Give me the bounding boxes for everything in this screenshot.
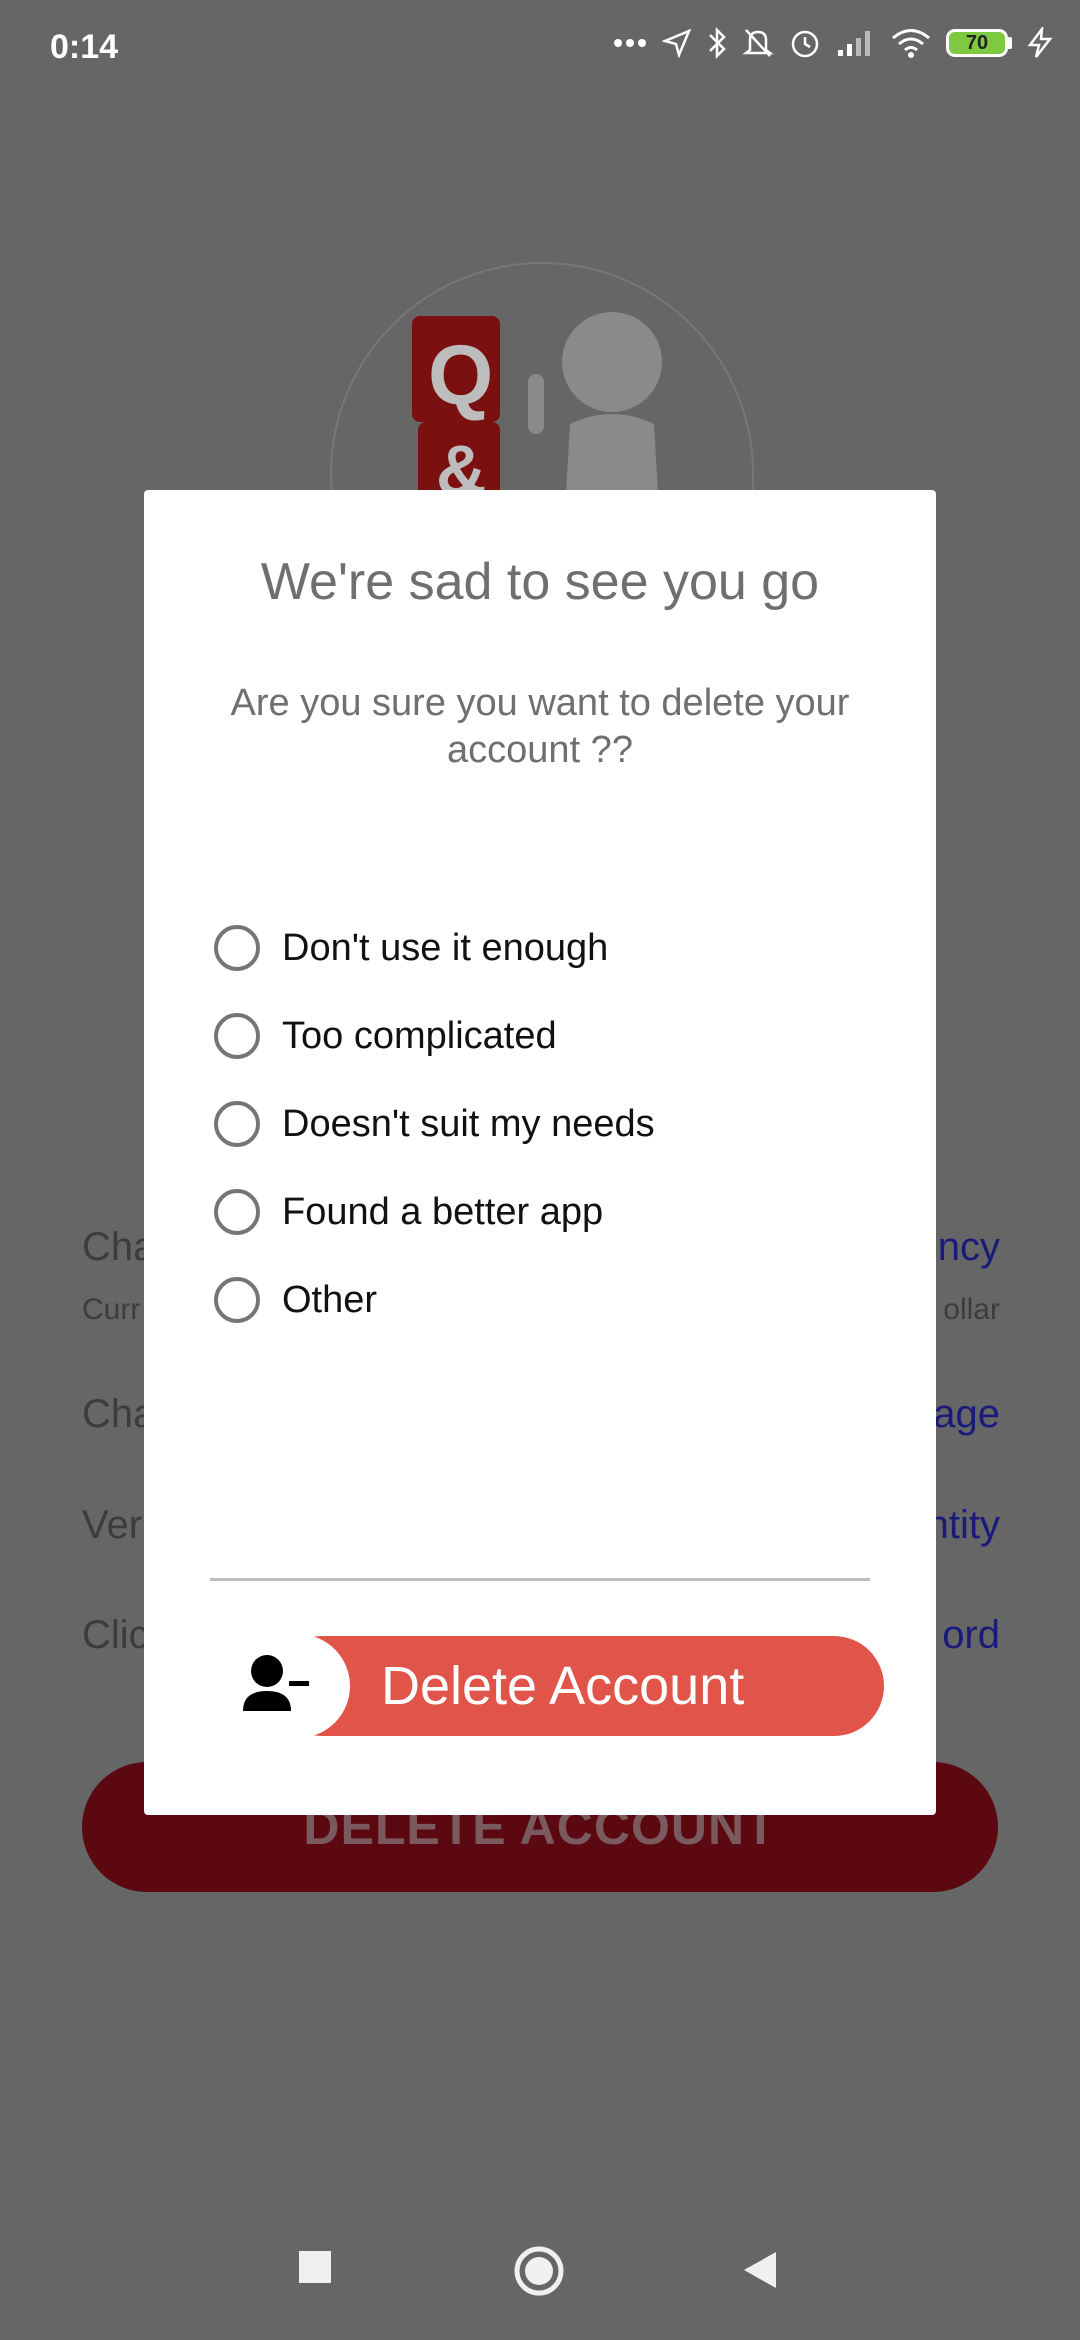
location-icon xyxy=(662,28,692,58)
radio-button-icon[interactable] xyxy=(214,1189,260,1235)
mute-icon xyxy=(742,29,774,57)
reason-option[interactable]: Too complicated xyxy=(214,992,655,1080)
recents-icon[interactable] xyxy=(298,2250,332,2284)
dialog-title: We're sad to see you go xyxy=(260,553,820,611)
delete-account-dialog: We're sad to see you go Are you sure you… xyxy=(144,490,936,1815)
radio-button-icon[interactable] xyxy=(214,1013,260,1059)
remove-user-icon xyxy=(200,1634,350,1738)
home-icon[interactable] xyxy=(512,2244,566,2298)
reason-option[interactable]: Other xyxy=(214,1256,655,1344)
back-icon[interactable] xyxy=(742,2250,778,2290)
dots-icon xyxy=(614,39,646,47)
status-time: 0:14 xyxy=(50,28,119,66)
wifi-icon xyxy=(892,29,930,58)
navigation-bar xyxy=(0,2210,1080,2340)
reason-option[interactable]: Found a better app xyxy=(214,1168,655,1256)
charging-icon xyxy=(1027,27,1053,58)
delete-account-label: Delete Account xyxy=(381,1656,745,1716)
radio-button-icon[interactable] xyxy=(214,925,260,971)
alarm-icon xyxy=(791,30,819,58)
radio-button-icon[interactable] xyxy=(214,1277,260,1323)
bluetooth-icon xyxy=(709,26,726,60)
reason-options: Don't use it enough Too complicated Does… xyxy=(214,904,655,1344)
reason-option[interactable]: Don't use it enough xyxy=(214,904,655,992)
signal-icon xyxy=(838,31,870,56)
radio-button-icon[interactable] xyxy=(214,1101,260,1147)
status-bar: 0:14 70 xyxy=(0,0,1080,100)
dialog-message: Are you sure you want to delete your acc… xyxy=(230,682,850,771)
reason-option[interactable]: Doesn't suit my needs xyxy=(214,1080,655,1168)
delete-account-button[interactable]: Delete Account xyxy=(200,1634,884,1738)
battery-icon: 70 xyxy=(946,29,1012,57)
svg-text:Q: Q xyxy=(428,328,493,422)
dialog-divider xyxy=(210,1578,870,1581)
status-icons: 70 xyxy=(612,26,1054,60)
